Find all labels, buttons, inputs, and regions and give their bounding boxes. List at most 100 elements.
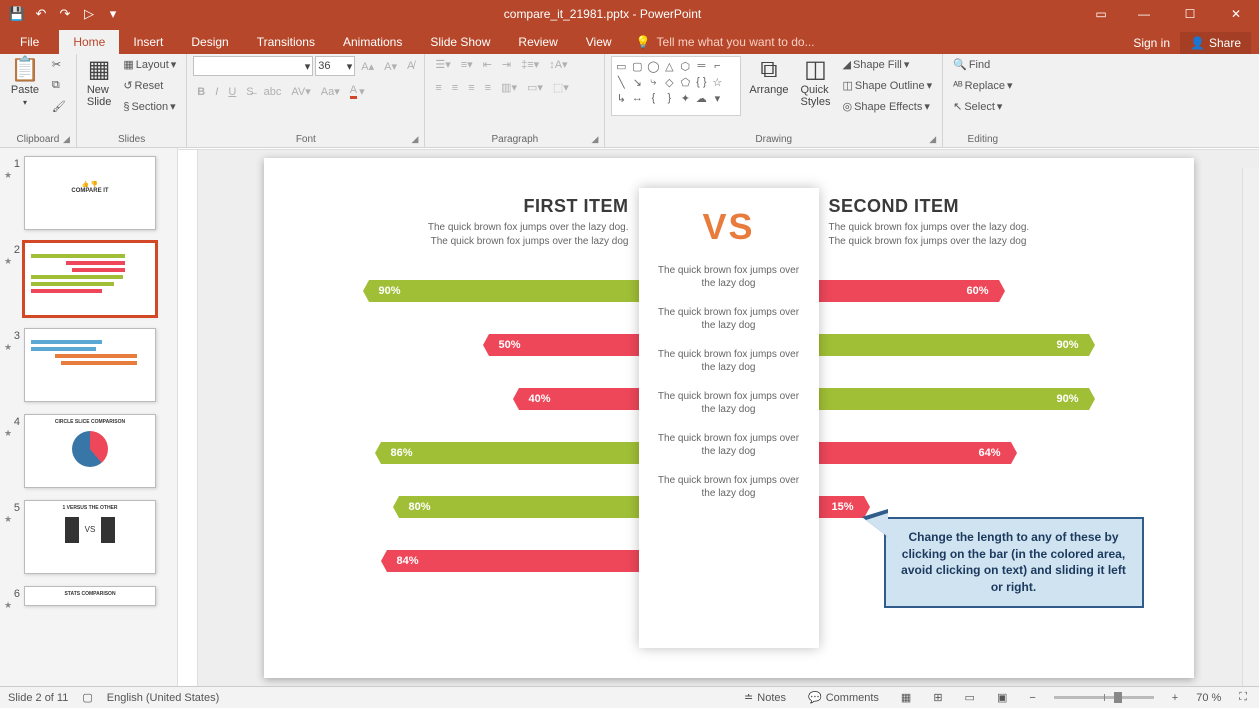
line-spacing-button[interactable]: ‡≡▾ (517, 56, 543, 73)
slide-canvas-area[interactable]: FIRST ITEM The quick brown fox jumps over… (198, 150, 1259, 686)
font-size-combo[interactable]: 36▾ (315, 56, 355, 76)
clear-formatting-button[interactable]: A̸ (403, 58, 418, 74)
paragraph-dialog-launcher[interactable]: ◢ (591, 134, 598, 145)
font-color-button[interactable]: A▾ (346, 82, 369, 101)
ribbon-display-options-button[interactable]: ▭ (1081, 0, 1121, 28)
align-left-button[interactable]: ≡ (431, 80, 445, 96)
qat-more-button[interactable]: ▾ (102, 3, 124, 25)
slide-thumbnail-1[interactable]: 👍 👎COMPARE IT (24, 156, 156, 230)
comparison-bar-right[interactable]: 60% (819, 280, 999, 302)
row-description[interactable]: The quick brown fox jumps over the lazy … (639, 290, 819, 332)
format-painter-button[interactable]: 🖌 (48, 98, 70, 115)
slide-thumbnail-3[interactable] (24, 328, 156, 402)
tab-review[interactable]: Review (504, 30, 571, 54)
normal-view-button[interactable]: ▦ (897, 689, 915, 706)
decrease-indent-button[interactable]: ⇤ (479, 56, 496, 73)
shape-outline-button[interactable]: ◫ Shape Outline ▾ (838, 77, 936, 94)
slide-thumbnail-2[interactable] (24, 242, 156, 316)
tab-design[interactable]: Design (177, 30, 242, 54)
strikethrough-button[interactable]: S̶ (242, 84, 257, 100)
close-button[interactable]: ✕ (1213, 0, 1259, 28)
bullets-button[interactable]: ☰▾ (431, 56, 454, 73)
comments-button[interactable]: 💬 Comments (804, 689, 883, 706)
comparison-bar-left[interactable]: 40% (519, 388, 639, 410)
shape-effects-button[interactable]: ◎ Shape Effects ▾ (838, 98, 936, 115)
copy-button[interactable]: ⧉ (48, 77, 70, 94)
vs-center-panel[interactable]: VSThe quick brown fox jumps over the laz… (639, 188, 819, 648)
vertical-scrollbar[interactable] (1242, 168, 1259, 686)
comparison-bar-right[interactable]: 64% (819, 442, 1011, 464)
row-description[interactable]: The quick brown fox jumps over the lazy … (639, 374, 819, 416)
share-button[interactable]: 👤 Share (1180, 32, 1251, 54)
shadow-button[interactable]: abc (260, 84, 286, 100)
language-status[interactable]: English (United States) (107, 692, 220, 704)
instruction-callout[interactable]: Change the length to any of these by cli… (884, 517, 1144, 608)
section-button[interactable]: § Section ▾ (119, 98, 180, 115)
columns-button[interactable]: ▥▾ (497, 79, 521, 96)
justify-button[interactable]: ≡ (481, 80, 495, 96)
select-button[interactable]: ↖ Select ▾ (949, 98, 1016, 115)
notes-button[interactable]: ≐ Notes (740, 689, 790, 706)
text-direction-button[interactable]: ↕A▾ (545, 56, 571, 73)
char-spacing-button[interactable]: AV▾ (287, 83, 314, 100)
sign-in-link[interactable]: Sign in (1133, 36, 1170, 50)
zoom-out-button[interactable]: − (1025, 690, 1039, 706)
align-center-button[interactable]: ≡ (448, 80, 462, 96)
shapes-gallery[interactable]: ▭▢◯△⬡═⌐ ╲↘⤷◇⬠{ }☆ ↳↔{}✦☁▾ (611, 56, 741, 116)
maximize-button[interactable]: ☐ (1167, 0, 1213, 28)
shape-fill-button[interactable]: ◢ Shape Fill ▾ (838, 56, 936, 73)
row-description[interactable]: The quick brown fox jumps over the lazy … (639, 416, 819, 458)
comparison-bar-left[interactable]: 84% (387, 550, 639, 572)
row-description[interactable]: The quick brown fox jumps over the lazy … (639, 458, 819, 500)
align-right-button[interactable]: ≡ (464, 80, 478, 96)
reset-button[interactable]: ↺ Reset (119, 77, 180, 94)
change-case-button[interactable]: Aa▾ (317, 83, 344, 100)
drawing-dialog-launcher[interactable]: ◢ (929, 134, 936, 145)
left-column-title[interactable]: FIRST ITEM (419, 196, 629, 217)
tab-slideshow[interactable]: Slide Show (416, 30, 504, 54)
zoom-slider[interactable] (1054, 696, 1154, 699)
tab-view[interactable]: View (572, 30, 626, 54)
start-slideshow-button[interactable]: ▷ (78, 3, 100, 25)
tell-me-search[interactable]: 💡 Tell me what you want to do... (626, 30, 1126, 54)
comparison-bar-left[interactable]: 86% (381, 442, 639, 464)
clipboard-dialog-launcher[interactable]: ◢ (63, 134, 70, 145)
comparison-bar-right[interactable]: 15% (819, 496, 864, 518)
slide-thumbnail-5[interactable]: 1 VERSUS THE OTHERVS (24, 500, 156, 574)
spell-check-icon[interactable]: ▢ (82, 691, 92, 704)
tab-insert[interactable]: Insert (119, 30, 177, 54)
italic-button[interactable]: I (211, 84, 222, 100)
tab-transitions[interactable]: Transitions (243, 30, 329, 54)
save-button[interactable]: 💾 (6, 3, 28, 25)
slide-thumbnail-6[interactable]: STATS COMPARISON (24, 586, 156, 606)
vertical-ruler[interactable] (178, 150, 198, 686)
font-dialog-launcher[interactable]: ◢ (411, 134, 418, 145)
comparison-bar-left[interactable]: 90% (369, 280, 639, 302)
slideshow-view-button[interactable]: ▣ (993, 689, 1011, 706)
decrease-font-button[interactable]: A▾ (380, 58, 401, 75)
zoom-level[interactable]: 70 % (1196, 692, 1221, 704)
increase-indent-button[interactable]: ⇥ (498, 56, 515, 73)
fit-to-window-button[interactable]: ⛶ (1235, 689, 1251, 706)
undo-button[interactable]: ↶ (30, 3, 52, 25)
cut-button[interactable]: ✂ (48, 56, 70, 73)
redo-button[interactable]: ↷ (54, 3, 76, 25)
slide[interactable]: FIRST ITEM The quick brown fox jumps over… (264, 158, 1194, 678)
new-slide-button[interactable]: ▦ New Slide (83, 56, 115, 110)
replace-button[interactable]: ᴬᴮ Replace ▾ (949, 77, 1016, 94)
comparison-bar-left[interactable]: 80% (399, 496, 639, 518)
reading-view-button[interactable]: ▭ (961, 689, 979, 706)
quick-styles-button[interactable]: ◫ Quick Styles (797, 56, 835, 110)
tab-file[interactable]: File (0, 30, 59, 54)
right-column-title[interactable]: SECOND ITEM (829, 196, 1039, 217)
align-text-button[interactable]: ▭▾ (523, 79, 547, 96)
row-description[interactable]: The quick brown fox jumps over the lazy … (639, 248, 819, 290)
slide-sorter-view-button[interactable]: ⊞ (929, 689, 946, 706)
slide-position[interactable]: Slide 2 of 11 (8, 692, 68, 704)
layout-button[interactable]: ▦ Layout ▾ (119, 56, 180, 73)
row-description[interactable]: The quick brown fox jumps over the lazy … (639, 332, 819, 374)
arrange-button[interactable]: ⧉ Arrange (745, 56, 792, 98)
paste-button[interactable]: 📋 Paste ▾ (6, 56, 44, 109)
tab-home[interactable]: Home (59, 30, 119, 54)
find-button[interactable]: 🔍 Find (949, 56, 1016, 73)
